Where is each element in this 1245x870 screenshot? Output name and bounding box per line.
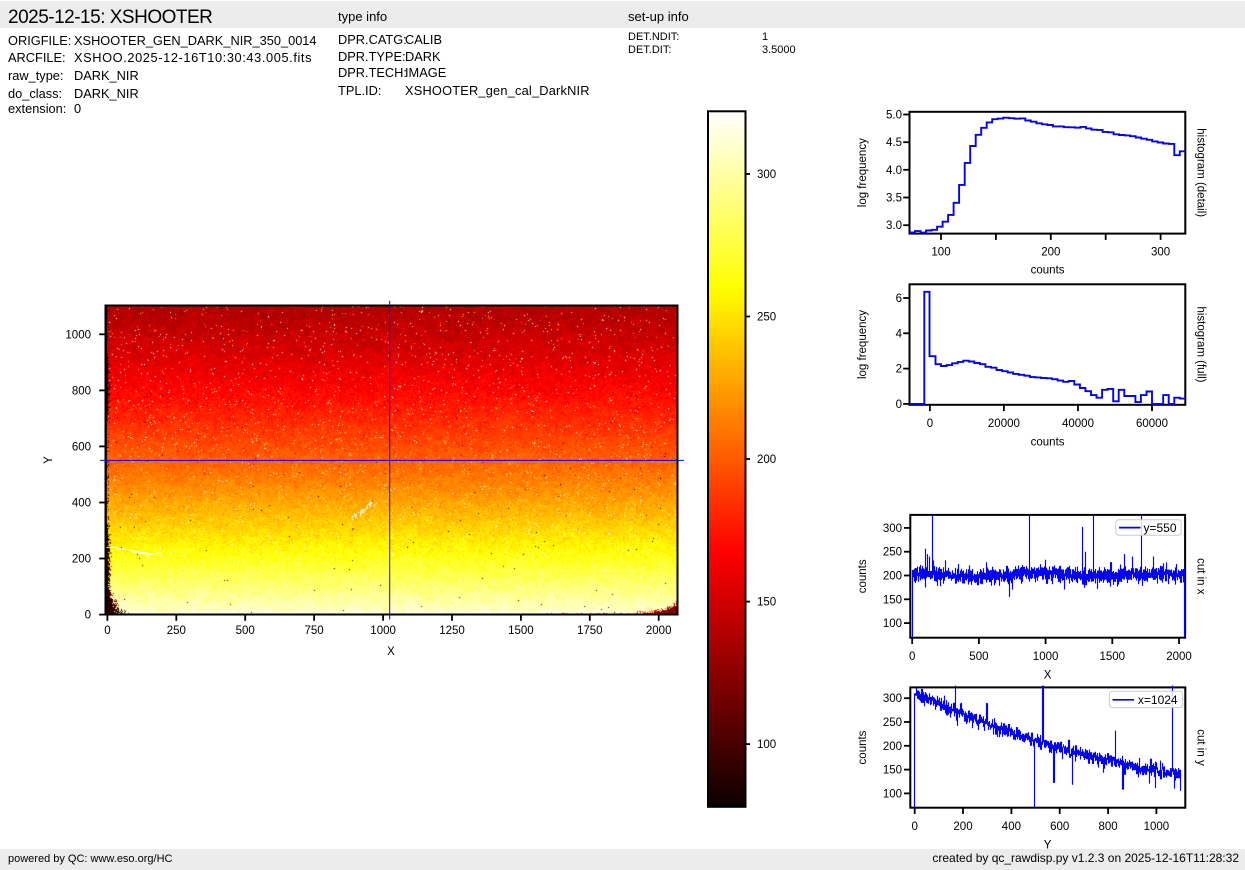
svg-text:log frequency: log frequency [857,138,869,207]
svg-text:0: 0 [927,418,933,430]
svg-text:counts: counts [857,730,869,764]
svg-text:5.0: 5.0 [886,110,902,122]
svg-text:log frequency: log frequency [857,310,869,379]
svg-text:Y: Y [1044,839,1052,851]
svg-text:cut in y: cut in y [1194,729,1206,766]
svg-text:0: 0 [909,651,915,663]
svg-text:250: 250 [883,547,902,559]
svg-text:300: 300 [883,693,902,705]
svg-text:60000: 60000 [1136,418,1168,430]
svg-text:200: 200 [883,741,902,753]
svg-text:250: 250 [167,625,186,637]
svg-text:200: 200 [72,554,91,566]
svg-text:100: 100 [883,618,902,630]
svg-text:300: 300 [1151,247,1170,259]
svg-text:250: 250 [757,312,776,324]
svg-text:0: 0 [896,399,902,411]
svg-text:1750: 1750 [577,625,603,637]
svg-text:500: 500 [969,651,988,663]
svg-text:1000: 1000 [1033,651,1059,663]
svg-text:2000: 2000 [646,625,672,637]
svg-text:histogram (full): histogram (full) [1194,306,1206,382]
svg-text:y=550: y=550 [1144,521,1177,535]
svg-text:200: 200 [757,454,776,466]
svg-text:500: 500 [236,625,255,637]
svg-text:X: X [1044,669,1052,681]
svg-text:X: X [387,646,395,658]
svg-text:20000: 20000 [988,418,1020,430]
svg-text:150: 150 [883,594,902,606]
svg-text:2000: 2000 [1166,651,1192,663]
svg-text:200: 200 [1041,247,1060,259]
svg-text:counts: counts [1031,265,1065,277]
svg-text:6: 6 [896,293,902,305]
svg-text:200: 200 [953,821,972,833]
svg-text:750: 750 [305,625,324,637]
svg-text:300: 300 [757,169,776,181]
svg-text:40000: 40000 [1062,418,1094,430]
svg-text:counts: counts [1031,437,1065,449]
svg-text:1250: 1250 [439,625,465,637]
svg-text:250: 250 [883,717,902,729]
svg-text:histogram (detail): histogram (detail) [1194,128,1206,217]
svg-text:800: 800 [72,385,91,397]
svg-text:100: 100 [883,788,902,800]
svg-text:4: 4 [896,328,903,340]
svg-text:800: 800 [1099,821,1118,833]
svg-text:x=1024: x=1024 [1138,693,1178,707]
svg-text:400: 400 [1002,821,1021,833]
svg-text:cut in x: cut in x [1194,558,1206,595]
svg-text:0: 0 [85,610,91,622]
svg-text:3.0: 3.0 [886,220,902,232]
svg-text:4.0: 4.0 [886,165,902,177]
svg-text:3.5: 3.5 [886,193,902,205]
svg-text:1500: 1500 [508,625,534,637]
svg-text:4.5: 4.5 [886,137,902,149]
svg-text:100: 100 [757,739,776,751]
svg-text:0: 0 [104,625,110,637]
svg-text:100: 100 [931,247,950,259]
svg-text:1500: 1500 [1100,651,1126,663]
svg-text:2: 2 [896,364,902,376]
svg-text:0: 0 [911,821,917,833]
svg-text:150: 150 [883,765,902,777]
svg-text:200: 200 [883,571,902,583]
svg-text:1000: 1000 [65,329,91,341]
svg-text:counts: counts [857,559,869,593]
svg-text:600: 600 [1050,821,1069,833]
svg-text:600: 600 [72,441,91,453]
svg-text:400: 400 [72,498,91,510]
svg-text:300: 300 [883,523,902,535]
svg-text:150: 150 [757,597,776,609]
svg-text:1000: 1000 [370,625,396,637]
svg-text:1000: 1000 [1144,821,1170,833]
svg-text:Y: Y [43,456,55,464]
